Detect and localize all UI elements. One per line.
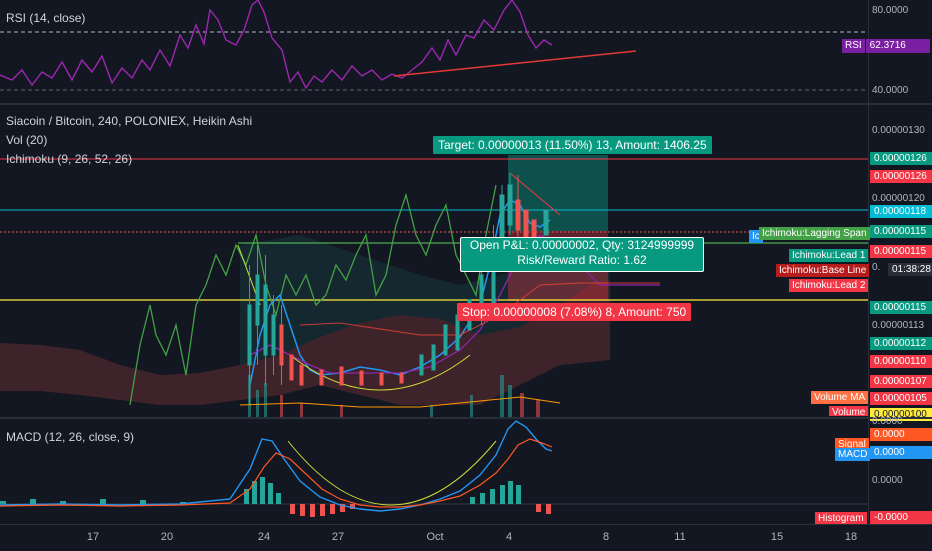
price-tag-green-2: 0.00000115 <box>870 301 932 314</box>
price-tag-red-5: 0.00000105 <box>870 392 932 405</box>
open-pl-box[interactable]: Open P&L: 0.00000002, Qty: 3124999999 Ri… <box>460 237 704 272</box>
rsi-tick-40: 40.0000 <box>872 85 909 96</box>
ichimoku-base-line-label[interactable]: Ichimoku:Base Line <box>776 264 870 277</box>
xtick-oct: Oct <box>426 531 444 543</box>
stop-label[interactable]: Stop: 0.00000008 (7.08%) 8, Amount: 750 <box>457 303 692 321</box>
xtick-4: 4 <box>505 531 513 543</box>
macd-label[interactable]: MACD <box>835 448 871 461</box>
main-axis-tick-0: 0.00000130 <box>872 125 925 136</box>
ichimoku-legend[interactable]: Ichimoku (9, 26, 52, 26) <box>6 152 132 166</box>
histogram-label[interactable]: Histogram <box>815 512 867 524</box>
main-axis-tick-1: 0.00000120 <box>872 193 925 204</box>
price-tag-cyan: 0.00000118 <box>870 205 932 218</box>
rsi-tick-80: 80.0000 <box>872 5 909 16</box>
histogram-value-tag: -0.0000 <box>870 511 932 524</box>
time-axis[interactable] <box>0 524 932 551</box>
macd-tick-1: 0.0000 <box>872 475 903 486</box>
xtick-11: 11 <box>674 531 686 543</box>
ichimoku-lagging-span-label[interactable]: Ichimoku:Lagging Span <box>759 227 870 240</box>
macd-legend[interactable]: MACD (12, 26, close, 9) <box>6 430 134 444</box>
rsi-legend[interactable]: RSI (14, close) <box>6 11 85 25</box>
price-tag-red-4: 0.00000107 <box>870 375 932 388</box>
target-zone <box>508 155 608 231</box>
countdown-tag: 01:38:28 <box>888 263 932 276</box>
macd-histogram <box>0 477 551 517</box>
xtick-24: 24 <box>257 531 271 543</box>
macd-value-tag: 0.0000 <box>870 446 932 459</box>
macd-arc-curve <box>287 440 497 506</box>
rsi-trendline <box>393 50 637 77</box>
price-tag-red-3: 0.00000110 <box>870 355 932 368</box>
xtick-18: 18 <box>844 531 858 543</box>
main-axis-partial: 0. <box>872 262 881 273</box>
xtick-27: 27 <box>331 531 345 543</box>
price-tag-target: 0.00000126 <box>870 152 932 165</box>
price-tag-red: 0.00000126 <box>870 170 932 183</box>
rsi-tag-label: RSI <box>842 39 865 53</box>
xtick-15: 15 <box>770 531 784 543</box>
macd-tick-0: 0.0000 <box>872 416 903 427</box>
macd-pane[interactable]: 0.0000 0.0000 Signal MACD 0.0000 0.0000 … <box>0 416 932 524</box>
volume-label[interactable]: Volume <box>829 406 869 416</box>
risk-reward-label: Risk/Reward Ratio: 1.62 <box>517 253 647 267</box>
signal-value-tag: 0.0000 <box>870 428 932 441</box>
xtick-8: 8 <box>602 531 610 543</box>
rsi-value-tag: RSI 62.3716 <box>842 39 930 53</box>
volume-ma-label[interactable]: Volume MA <box>811 391 869 404</box>
rsi-plot <box>0 0 868 91</box>
target-label[interactable]: Target: 0.00000013 (11.50%) 13, Amount: … <box>433 136 712 154</box>
symbol-legend[interactable]: Siacoin / Bitcoin, 240, POLONIEX, Heikin… <box>6 114 252 128</box>
vol-legend[interactable]: Vol (20) <box>6 133 47 147</box>
rsi-pane[interactable]: 80.0000 40.0000 RSI 62.3716 RSI (14, clo… <box>0 0 932 103</box>
xtick-17: 17 <box>86 531 100 543</box>
ichimoku-lead1-label[interactable]: Ichimoku:Lead 1 <box>789 249 869 262</box>
open-pl-label: Open P&L: 0.00000002, Qty: 3124999999 <box>469 238 695 252</box>
main-axis-tick-2: 0.00000113 <box>872 320 925 331</box>
ichimoku-lead2-label[interactable]: Ichimoku:Lead 2 <box>789 279 869 292</box>
price-tag-red-2: 0.00000115 <box>870 245 932 258</box>
price-tag-green-1: 0.00000115 <box>870 225 932 238</box>
rsi-tag-value: 62.3716 <box>864 39 930 53</box>
price-tag-green-3: 0.00000112 <box>870 337 932 350</box>
main-price-pane[interactable]: 0.00000130 0.00000120 0.00000126 0.00000… <box>0 105 932 421</box>
xtick-20: 20 <box>160 531 174 543</box>
